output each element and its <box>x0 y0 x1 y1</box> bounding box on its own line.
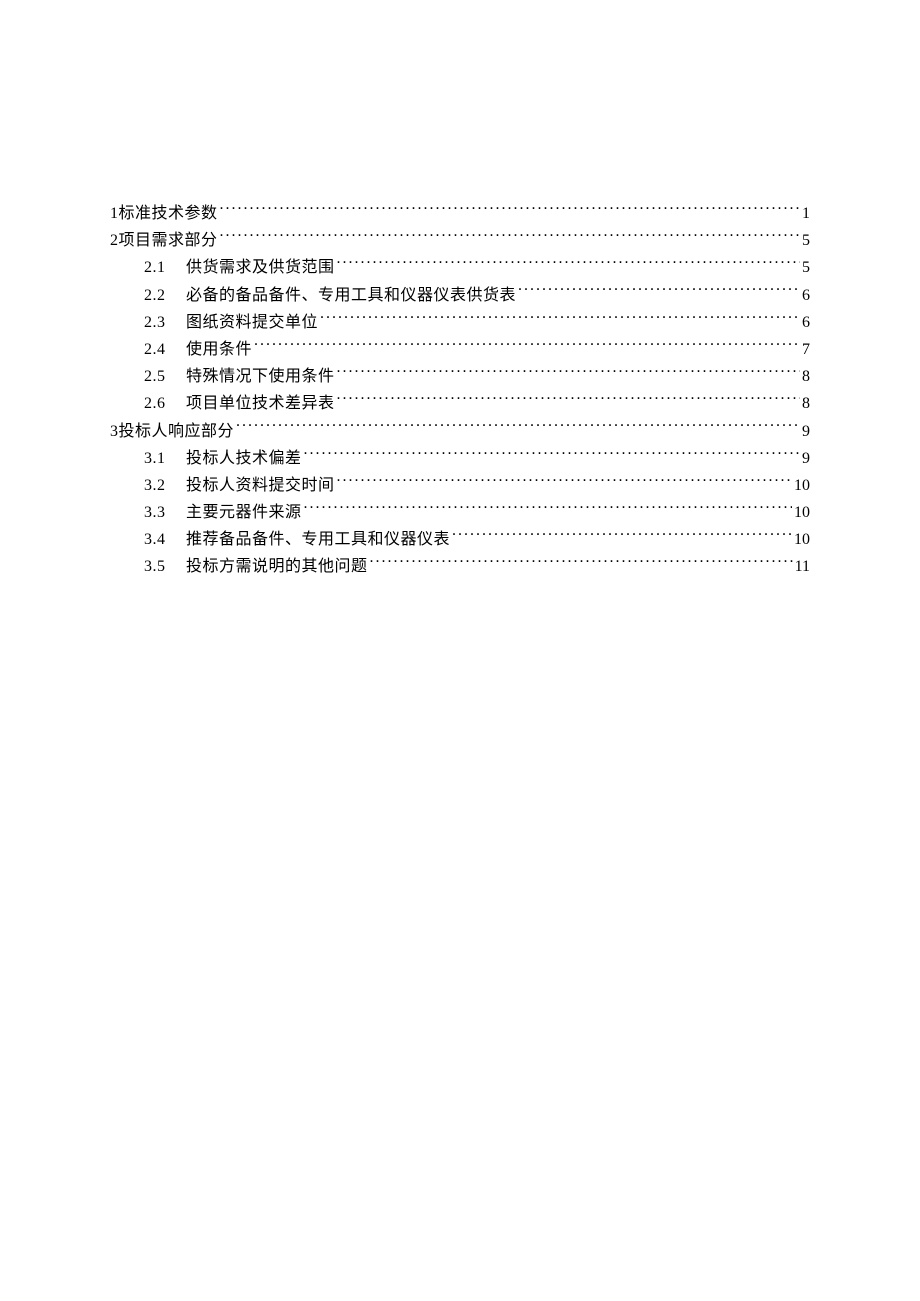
toc-entry: 2.3 图纸资料提交单位 6 <box>110 309 810 336</box>
toc-entry-title: 投标人资料提交时间 <box>186 472 335 499</box>
toc-entry-page: 10 <box>794 499 810 526</box>
toc-entry-number: 2.3 <box>144 309 186 336</box>
toc-entry-page: 5 <box>802 254 810 281</box>
toc-entry-page: 9 <box>802 418 810 445</box>
toc-entry: 2.1 供货需求及供货范围 5 <box>110 254 810 281</box>
toc-entry-title: 使用条件 <box>186 336 252 363</box>
toc-entry-title: 项目单位技术差异表 <box>186 390 335 417</box>
toc-leader-dots <box>254 338 800 354</box>
toc-entry: 2.4 使用条件 7 <box>110 336 810 363</box>
toc-entry: 3.1 投标人技术偏差 9 <box>110 445 810 472</box>
toc-entry-number: 3.5 <box>144 553 186 580</box>
toc-entry: 3.3 主要元器件来源 10 <box>110 499 810 526</box>
toc-entry-title: 必备的备品备件、专用工具和仪器仪表供货表 <box>186 282 516 309</box>
toc-leader-dots <box>337 256 800 272</box>
toc-entry-page: 7 <box>802 336 810 363</box>
toc-leader-dots <box>236 420 800 436</box>
toc-leader-dots <box>220 229 800 245</box>
toc-entry-page: 6 <box>802 282 810 309</box>
toc-entry: 2.5 特殊情况下使用条件 8 <box>110 363 810 390</box>
toc-entry-number: 2.5 <box>144 363 186 390</box>
toc-leader-dots <box>304 501 792 517</box>
toc-entry-number: 1 <box>110 200 119 227</box>
toc-entry: 3.2 投标人资料提交时间 10 <box>110 472 810 499</box>
toc-leader-dots <box>370 555 793 571</box>
toc-entry: 3.4 推荐备品备件、专用工具和仪器仪表 10 <box>110 526 810 553</box>
toc-entry-number: 2.1 <box>144 254 186 281</box>
toc-entry-page: 1 <box>802 200 810 227</box>
toc-leader-dots <box>320 311 800 327</box>
toc-entry-number: 2.4 <box>144 336 186 363</box>
toc-entry-title: 主要元器件来源 <box>186 499 302 526</box>
toc-entry: 3.5 投标方需说明的其他问题 11 <box>110 553 810 580</box>
toc-entry-title: 特殊情况下使用条件 <box>186 363 335 390</box>
toc-entry-title: 标准技术参数 <box>119 200 218 227</box>
toc-entry-title: 投标人技术偏差 <box>186 445 302 472</box>
toc-entry-title: 投标方需说明的其他问题 <box>186 553 368 580</box>
toc-entry-number: 3.4 <box>144 526 186 553</box>
toc-entry: 1 标准技术参数1 <box>110 200 810 227</box>
toc-leader-dots <box>337 392 800 408</box>
toc-entry: 2 项目需求部分 5 <box>110 227 810 254</box>
toc-entry-page: 10 <box>794 472 810 499</box>
toc-leader-dots <box>337 474 792 490</box>
toc-leader-dots <box>220 202 800 218</box>
toc-entry-number: 3 <box>110 418 119 445</box>
toc-leader-dots <box>452 528 792 544</box>
toc-leader-dots <box>518 284 800 300</box>
toc-entry-number: 2.6 <box>144 390 186 417</box>
toc-entry-number: 2 <box>110 227 119 254</box>
toc-entry-page: 9 <box>802 445 810 472</box>
toc-entry: 2.6 项目单位技术差异表 8 <box>110 390 810 417</box>
toc-entry-page: 8 <box>802 363 810 390</box>
toc-entry: 3 投标人响应部分 9 <box>110 418 810 445</box>
toc-entry-title: 图纸资料提交单位 <box>186 309 318 336</box>
toc-entry-page: 10 <box>794 526 810 553</box>
toc-entry-title: 项目需求部分 <box>119 227 218 254</box>
toc-entry-page: 8 <box>802 390 810 417</box>
toc-entry-number: 3.2 <box>144 472 186 499</box>
toc-entry-title: 推荐备品备件、专用工具和仪器仪表 <box>186 526 450 553</box>
table-of-contents: 1 标准技术参数12 项目需求部分52.1 供货需求及供货范围52.2 必备的备… <box>110 200 810 581</box>
toc-entry-number: 3.3 <box>144 499 186 526</box>
toc-entry-page: 5 <box>802 227 810 254</box>
toc-entry-page: 6 <box>802 309 810 336</box>
toc-leader-dots <box>304 447 800 463</box>
toc-entry-number: 3.1 <box>144 445 186 472</box>
toc-entry-page: 11 <box>795 553 810 580</box>
toc-entry: 2.2 必备的备品备件、专用工具和仪器仪表供货表 6 <box>110 282 810 309</box>
toc-leader-dots <box>337 365 800 381</box>
toc-entry-title: 投标人响应部分 <box>119 418 235 445</box>
toc-entry-title: 供货需求及供货范围 <box>186 254 335 281</box>
toc-entry-number: 2.2 <box>144 282 186 309</box>
document-page: 1 标准技术参数12 项目需求部分52.1 供货需求及供货范围52.2 必备的备… <box>0 0 920 1301</box>
